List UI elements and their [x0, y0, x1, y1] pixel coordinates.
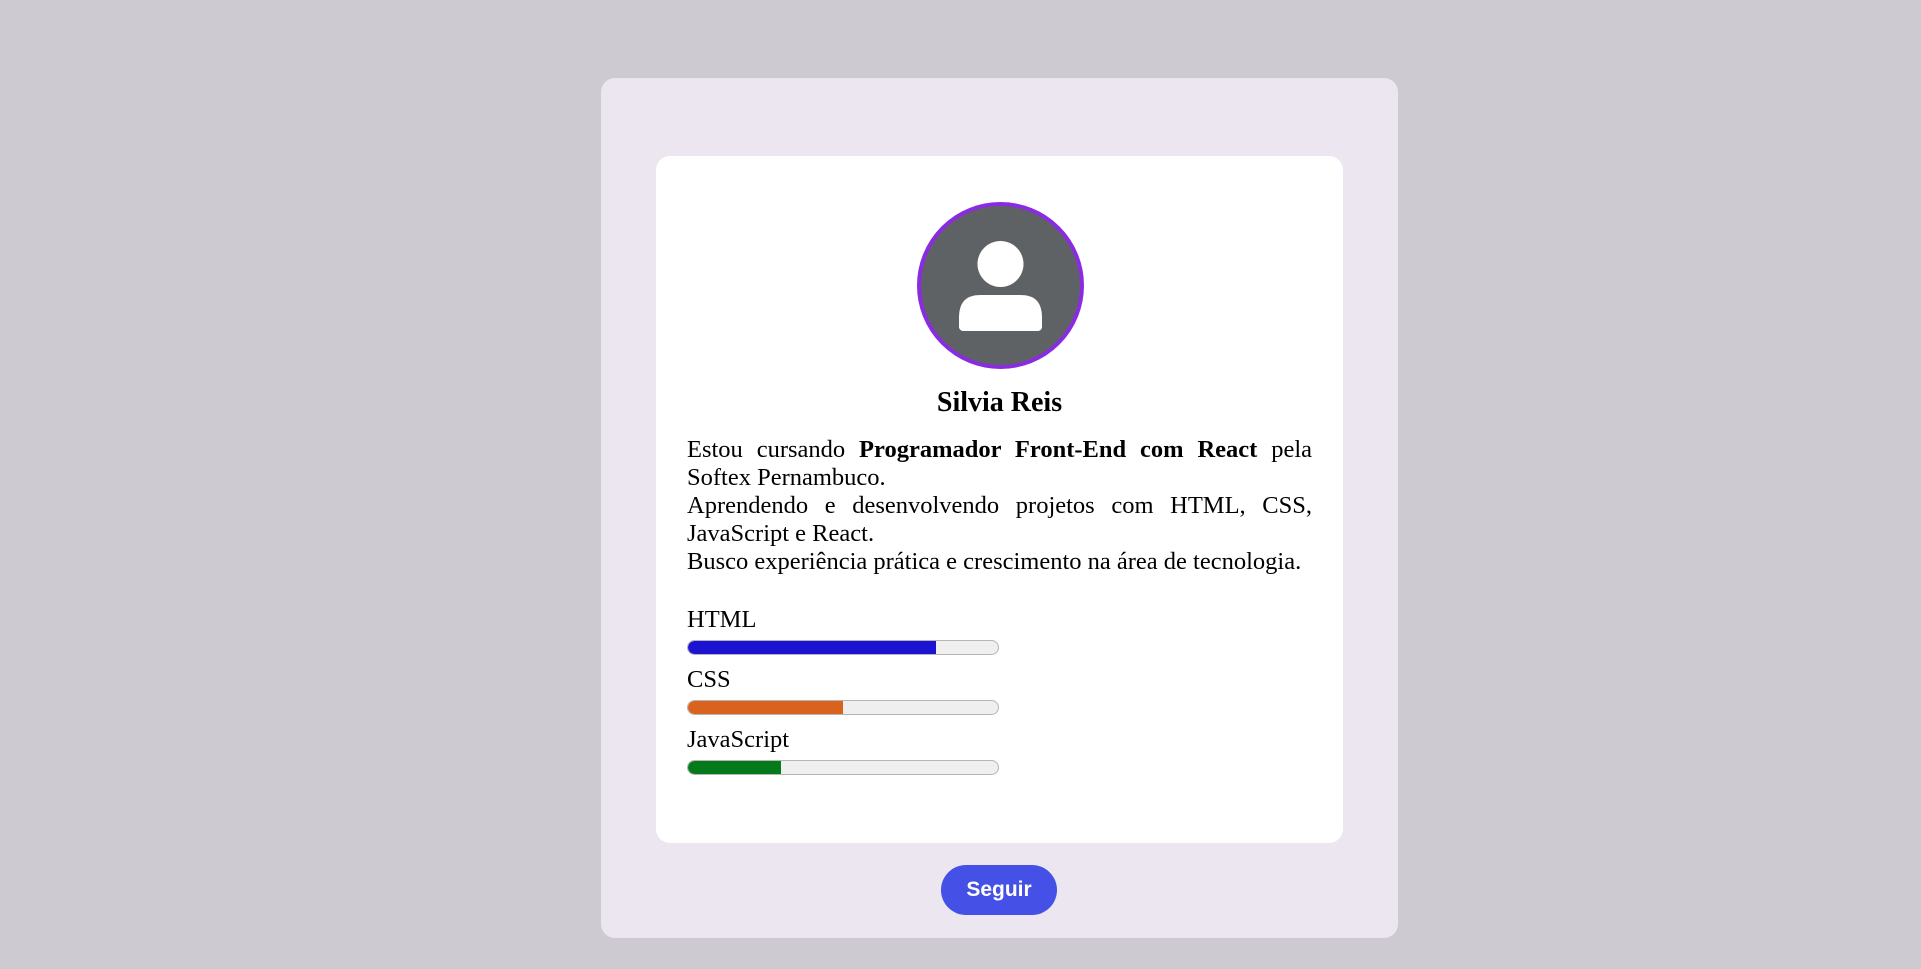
skills-list: HTML CSS JavaScript — [687, 606, 1312, 786]
skill-progress-bar — [687, 700, 999, 715]
skill-javascript: JavaScript — [687, 726, 1312, 786]
avatar — [917, 202, 1084, 369]
skill-html: HTML — [687, 606, 1312, 666]
bio-line-learning: Aprendendo e desenvolvendo projetos com … — [687, 492, 1312, 547]
bio-course-prefix: Estou cursando — [687, 436, 860, 463]
skill-progress-fill — [688, 641, 936, 654]
skill-label: HTML — [687, 606, 757, 633]
skill-progress-bar — [687, 640, 999, 655]
bio-course-name: Programador Front-End com React — [859, 436, 1258, 463]
user-silhouette-icon — [959, 241, 1042, 331]
profile-card-container: Silvia Reis Estou cursando Programador F… — [601, 78, 1398, 938]
profile-name: Silvia Reis — [936, 387, 1063, 418]
skill-css: CSS — [687, 666, 1312, 726]
bio-line-goal: Busco experiência prática e crescimento … — [687, 548, 1302, 575]
skill-progress-fill — [688, 701, 843, 714]
bio-line-course: Estou cursando Programador Front-End com… — [687, 436, 1312, 492]
profile-bio: Estou cursando Programador Front-End com… — [687, 436, 1312, 576]
follow-button[interactable]: Seguir — [941, 865, 1057, 915]
skill-progress-fill — [688, 761, 781, 774]
skill-label: CSS — [687, 666, 731, 693]
profile-card: Silvia Reis Estou cursando Programador F… — [656, 156, 1343, 843]
skill-progress-bar — [687, 760, 999, 775]
skill-label: JavaScript — [687, 726, 790, 753]
